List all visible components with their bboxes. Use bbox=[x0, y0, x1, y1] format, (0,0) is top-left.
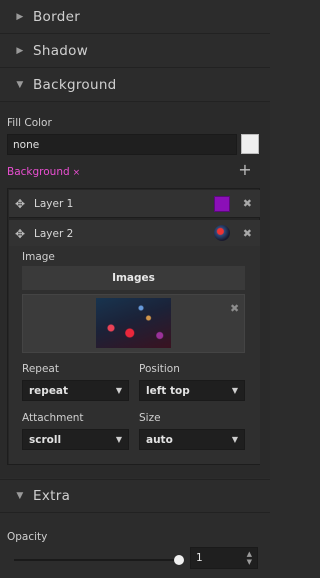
section-background-header[interactable]: ▼ Background bbox=[0, 68, 270, 102]
opacity-slider-track[interactable] bbox=[14, 559, 180, 561]
layer-2-image-swatch[interactable] bbox=[214, 225, 230, 241]
opacity-input[interactable]: 1 ▲ ▼ bbox=[190, 547, 258, 569]
fill-color-swatch[interactable] bbox=[241, 134, 259, 154]
repeat-value: repeat bbox=[29, 385, 69, 397]
remove-image-icon[interactable]: ✖ bbox=[230, 302, 239, 315]
section-shadow-header[interactable]: ▶ Shadow bbox=[0, 34, 270, 68]
attachment-select[interactable]: scroll ▼ bbox=[22, 429, 129, 450]
background-tag-remove-icon[interactable]: × bbox=[73, 168, 81, 178]
chevron-right-icon: ▶ bbox=[16, 11, 24, 22]
chevron-down-icon: ▼ bbox=[16, 79, 24, 90]
background-tag[interactable]: Background × bbox=[7, 166, 80, 178]
image-label: Image bbox=[22, 251, 55, 263]
size-value: auto bbox=[146, 434, 173, 446]
caret-down-icon: ▼ bbox=[115, 386, 122, 395]
add-layer-icon[interactable]: + bbox=[238, 162, 252, 178]
section-extra-header[interactable]: ▼ Extra bbox=[0, 479, 270, 513]
attachment-label: Attachment bbox=[22, 412, 84, 424]
section-extra-label: Extra bbox=[33, 488, 71, 504]
section-border-label: Border bbox=[33, 8, 81, 25]
fill-color-label: Fill Color bbox=[7, 117, 52, 129]
close-icon[interactable]: ✖ bbox=[243, 197, 252, 210]
repeat-label: Repeat bbox=[22, 363, 59, 375]
opacity-value: 1 bbox=[196, 552, 203, 564]
size-select[interactable]: auto ▼ bbox=[139, 429, 245, 450]
section-background-label: Background bbox=[33, 76, 117, 93]
caret-down-icon: ▼ bbox=[231, 435, 238, 444]
drag-handle-icon[interactable]: ✥ bbox=[15, 227, 31, 241]
opacity-slider-thumb[interactable] bbox=[174, 555, 184, 565]
image-thumbnail bbox=[96, 298, 171, 348]
section-shadow-label: Shadow bbox=[33, 42, 89, 59]
images-button[interactable]: Images bbox=[22, 266, 245, 290]
opacity-label: Opacity bbox=[7, 531, 48, 543]
chevron-down-icon: ▼ bbox=[16, 491, 24, 501]
layer-1-color-swatch[interactable] bbox=[214, 196, 230, 212]
section-border-header[interactable]: ▶ Border bbox=[0, 0, 270, 34]
layer-1-name: Layer 1 bbox=[34, 197, 74, 210]
spinner-icon[interactable]: ▲ ▼ bbox=[247, 550, 252, 566]
attachment-value: scroll bbox=[29, 434, 62, 446]
position-select[interactable]: left top ▼ bbox=[139, 380, 245, 401]
close-icon[interactable]: ✖ bbox=[243, 227, 252, 240]
size-label: Size bbox=[139, 412, 161, 424]
layer-row-1[interactable]: ✥ Layer 1 ✖ bbox=[9, 190, 260, 218]
position-label: Position bbox=[139, 363, 180, 375]
layer-2-name: Layer 2 bbox=[34, 227, 74, 240]
caret-down-icon: ▼ bbox=[115, 435, 122, 444]
repeat-select[interactable]: repeat ▼ bbox=[22, 380, 129, 401]
position-value: left top bbox=[146, 385, 190, 397]
chevron-right-icon: ▶ bbox=[16, 45, 24, 56]
background-tag-label: Background bbox=[7, 166, 70, 178]
drag-handle-icon[interactable]: ✥ bbox=[15, 197, 31, 211]
fill-color-input[interactable]: none bbox=[7, 134, 237, 155]
layer-row-2[interactable]: ✥ Layer 2 ✖ bbox=[9, 220, 260, 248]
caret-down-icon: ▼ bbox=[231, 386, 238, 395]
